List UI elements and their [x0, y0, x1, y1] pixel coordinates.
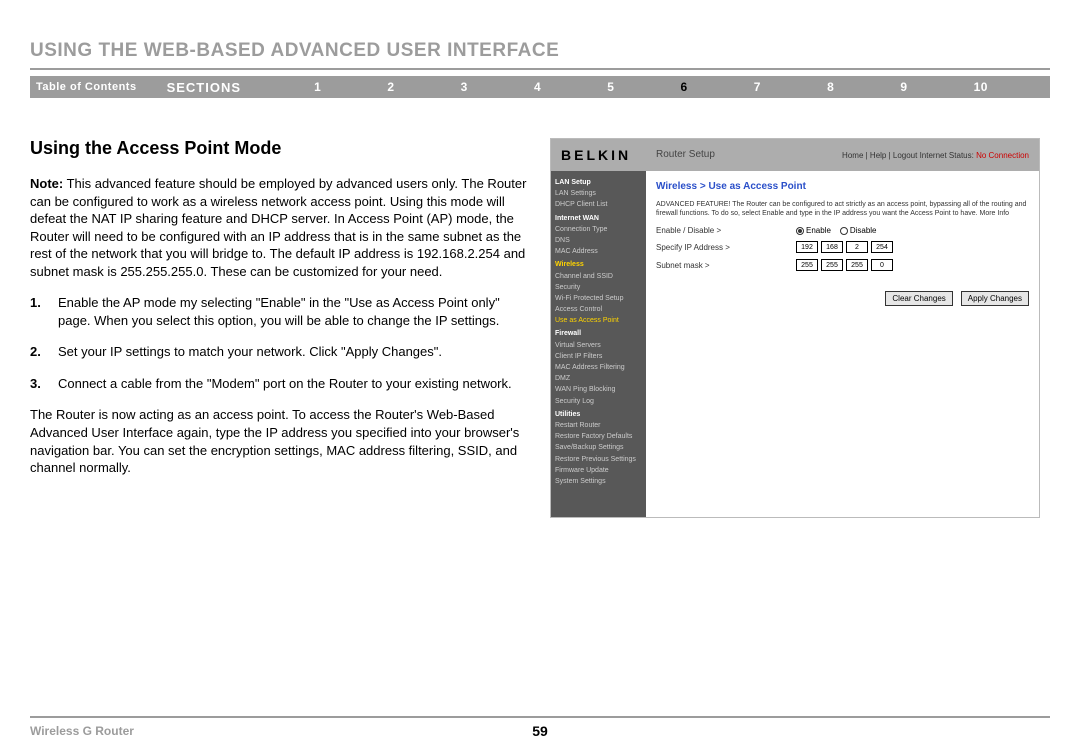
note-text: This advanced feature should be employed…	[30, 176, 526, 279]
step-number: 1.	[30, 294, 58, 329]
ip-octet-4[interactable]: 254	[871, 241, 893, 253]
section-5[interactable]: 5	[607, 80, 614, 94]
step-2: 2. Set your IP settings to match your ne…	[30, 343, 530, 361]
rs-header-links: Home | Help | Logout Internet Status: No…	[842, 151, 1029, 160]
ip-octet-3[interactable]: 2	[846, 241, 868, 253]
rs-blurb: ADVANCED FEATURE! The Router can be conf…	[656, 200, 1029, 218]
section-6[interactable]: 6	[681, 80, 688, 94]
mask-octet-4[interactable]: 0	[871, 259, 893, 271]
rs-side-item[interactable]: Restore Previous Settings	[555, 454, 642, 465]
note-paragraph: Note: This advanced feature should be em…	[30, 175, 530, 280]
rs-side-hd-wireless: Wireless	[555, 259, 642, 270]
rs-row-ip: Specify IP Address > 192 168 2 254	[656, 241, 1029, 253]
radio-enable[interactable]	[796, 227, 804, 235]
rs-header-links-text: Home | Help | Logout Internet Status:	[842, 151, 974, 160]
page-title: USING THE WEB-BASED ADVANCED USER INTERF…	[30, 40, 1050, 70]
page: USING THE WEB-BASED ADVANCED USER INTERF…	[0, 0, 1080, 756]
rs-side-item[interactable]: Security	[555, 282, 642, 293]
note-label: Note:	[30, 176, 63, 191]
rs-side-item[interactable]: LAN Settings	[555, 188, 642, 199]
step-number: 2.	[30, 343, 58, 361]
ip-octet-1[interactable]: 192	[796, 241, 818, 253]
rs-side-item[interactable]: Restart Router	[555, 420, 642, 431]
rs-header: BELKIN Router Setup Home | Help | Logout…	[551, 139, 1039, 171]
belkin-logo: BELKIN	[561, 147, 631, 163]
footer: Wireless G Router 59	[30, 716, 1050, 738]
rs-side-item[interactable]: Save/Backup Settings	[555, 442, 642, 453]
rs-side-item[interactable]: DMZ	[555, 373, 642, 384]
step-1: 1. Enable the AP mode my selecting "Enab…	[30, 294, 530, 329]
section-9[interactable]: 9	[900, 80, 907, 94]
section-3[interactable]: 3	[461, 80, 468, 94]
rs-side-item[interactable]: DHCP Client List	[555, 199, 642, 210]
rs-side-item[interactable]: Wi-Fi Protected Setup	[555, 293, 642, 304]
rs-side-item[interactable]: Firmware Update	[555, 465, 642, 476]
rs-side-item[interactable]: Security Log	[555, 396, 642, 407]
rs-row-mask: Subnet mask > 255 255 255 0	[656, 259, 1029, 271]
rs-buttons: Clear Changes Apply Changes	[656, 291, 1029, 306]
step-text: Connect a cable from the "Modem" port on…	[58, 375, 530, 393]
rs-sidebar: LAN Setup LAN Settings DHCP Client List …	[551, 171, 646, 517]
ip-octet-2[interactable]: 168	[821, 241, 843, 253]
rs-mask-fields: 255 255 255 0	[796, 259, 893, 271]
section-10[interactable]: 10	[974, 80, 988, 94]
section-2[interactable]: 2	[387, 80, 394, 94]
radio-disable[interactable]	[840, 227, 848, 235]
section-nav: Table of Contents SECTIONS 1 2 3 4 5 6 7…	[30, 76, 1050, 98]
rs-side-hd-lan: LAN Setup	[555, 177, 642, 188]
step-text: Enable the AP mode my selecting "Enable"…	[58, 294, 530, 329]
section-7[interactable]: 7	[754, 80, 761, 94]
rs-side-item[interactable]: Restore Factory Defaults	[555, 431, 642, 442]
rs-side-item[interactable]: Connection Type	[555, 224, 642, 235]
rs-side-item[interactable]: Channel and SSID	[555, 271, 642, 282]
rs-side-hd-wan: Internet WAN	[555, 213, 642, 224]
product-name: Wireless G Router	[30, 724, 134, 738]
toc-link[interactable]: Table of Contents	[36, 81, 137, 93]
rs-ip-label: Specify IP Address >	[656, 243, 796, 252]
router-setup-screenshot: BELKIN Router Setup Home | Help | Logout…	[550, 138, 1040, 518]
rs-enable-label: Enable / Disable >	[656, 226, 796, 235]
section-4[interactable]: 4	[534, 80, 541, 94]
after-paragraph: The Router is now acting as an access po…	[30, 406, 530, 476]
page-number: 59	[532, 723, 548, 739]
rs-side-item[interactable]: DNS	[555, 235, 642, 246]
mask-octet-3[interactable]: 255	[846, 259, 868, 271]
rs-side-item[interactable]: WAN Ping Blocking	[555, 384, 642, 395]
step-3: 3. Connect a cable from the "Modem" port…	[30, 375, 530, 393]
rs-content: Wireless > Use as Access Point ADVANCED …	[646, 171, 1039, 517]
rs-header-title: Router Setup	[656, 149, 715, 160]
mask-octet-1[interactable]: 255	[796, 259, 818, 271]
radio-disable-label: Disable	[850, 226, 877, 235]
rs-side-item[interactable]: Client IP Filters	[555, 351, 642, 362]
text-column: Using the Access Point Mode Note: This a…	[30, 138, 530, 518]
rs-breadcrumb: Wireless > Use as Access Point	[656, 181, 1029, 192]
rs-body: LAN Setup LAN Settings DHCP Client List …	[551, 171, 1039, 517]
section-8[interactable]: 8	[827, 80, 834, 94]
rs-side-item[interactable]: Virtual Servers	[555, 340, 642, 351]
apply-changes-button[interactable]: Apply Changes	[961, 291, 1029, 306]
rs-status: No Connection	[976, 151, 1029, 160]
rs-side-item-selected[interactable]: Use as Access Point	[555, 315, 642, 326]
radio-enable-label: Enable	[806, 226, 831, 235]
rs-side-hd-utilities: Utilities	[555, 409, 642, 420]
clear-changes-button[interactable]: Clear Changes	[885, 291, 952, 306]
body: Using the Access Point Mode Note: This a…	[30, 138, 1050, 518]
section-heading: Using the Access Point Mode	[30, 138, 530, 159]
mask-octet-2[interactable]: 255	[821, 259, 843, 271]
step-text: Set your IP settings to match your netwo…	[58, 343, 530, 361]
rs-side-item[interactable]: System Settings	[555, 476, 642, 487]
rs-ip-fields: 192 168 2 254	[796, 241, 893, 253]
section-numbers: 1 2 3 4 5 6 7 8 9 10	[281, 80, 1021, 94]
rs-side-hd-firewall: Firewall	[555, 328, 642, 339]
sections-label: SECTIONS	[167, 80, 241, 95]
rs-side-item[interactable]: MAC Address Filtering	[555, 362, 642, 373]
rs-side-item[interactable]: MAC Address	[555, 246, 642, 257]
section-1[interactable]: 1	[314, 80, 321, 94]
step-number: 3.	[30, 375, 58, 393]
rs-enable-options: Enable Disable	[796, 226, 877, 235]
rs-row-enable: Enable / Disable > Enable Disable	[656, 226, 1029, 235]
rs-mask-label: Subnet mask >	[656, 261, 796, 270]
screenshot-column: BELKIN Router Setup Home | Help | Logout…	[550, 138, 1050, 518]
rs-side-item[interactable]: Access Control	[555, 304, 642, 315]
